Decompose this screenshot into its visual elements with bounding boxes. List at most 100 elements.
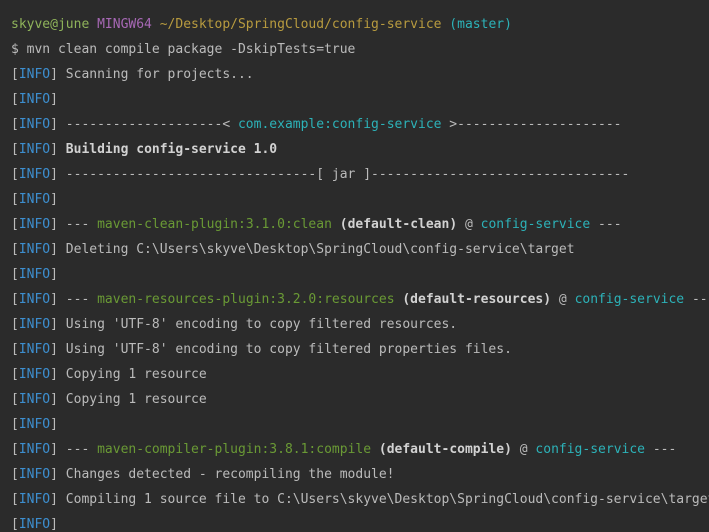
text-segment: [ bbox=[11, 417, 19, 432]
text-segment: ] bbox=[50, 517, 58, 532]
emphasized-text: (default-clean) bbox=[339, 217, 458, 232]
log-line: [INFO] --------------------< com.example… bbox=[11, 112, 709, 137]
text-segment: [ bbox=[11, 67, 19, 82]
text-segment: ] Scanning for projects... bbox=[50, 67, 254, 82]
log-line: [INFO] Using 'UTF-8' encoding to copy fi… bbox=[11, 337, 709, 362]
text-segment: ] bbox=[50, 142, 66, 157]
log-line: [INFO] bbox=[11, 187, 709, 212]
text-segment: @ bbox=[551, 292, 575, 307]
prompt-system: MINGW64 bbox=[97, 17, 160, 32]
log-level-label: INFO bbox=[18, 517, 51, 532]
text-segment bbox=[371, 442, 379, 457]
text-segment: [ bbox=[11, 342, 19, 357]
log-line: [INFO] Scanning for projects... bbox=[11, 62, 709, 87]
log-level-label: INFO bbox=[18, 467, 51, 482]
log-level-label: INFO bbox=[18, 317, 51, 332]
text-segment: ] Using 'UTF-8' encoding to copy filtere… bbox=[50, 317, 458, 332]
prompt-git-branch: (master) bbox=[441, 17, 512, 32]
text-segment: [ bbox=[11, 492, 19, 507]
log-level-label: INFO bbox=[18, 292, 51, 307]
text-segment: @ bbox=[457, 217, 481, 232]
log-line: [INFO] Compiling 1 source file to C:\Use… bbox=[11, 487, 709, 512]
text-segment: ] bbox=[50, 92, 58, 107]
log-line: [INFO] bbox=[11, 412, 709, 437]
text-segment: [ bbox=[11, 392, 19, 407]
text-segment: [ bbox=[11, 242, 19, 257]
emphasized-text: (default-resources) bbox=[402, 292, 552, 307]
log-line: [INFO] Copying 1 resource bbox=[11, 387, 709, 412]
text-segment: [ bbox=[11, 167, 19, 182]
text-segment: [ bbox=[11, 467, 19, 482]
log-level-label: INFO bbox=[18, 92, 51, 107]
log-level-label: INFO bbox=[18, 342, 51, 357]
terminal-output: skyve@june MINGW64 ~/Desktop/SpringCloud… bbox=[11, 12, 709, 532]
log-level-label: INFO bbox=[18, 442, 51, 457]
log-line: [INFO] Copying 1 resource bbox=[11, 362, 709, 387]
text-segment: ] Using 'UTF-8' encoding to copy filtere… bbox=[50, 342, 512, 357]
artifact-name: config-service bbox=[574, 292, 685, 307]
text-segment: ] Copying 1 resource bbox=[50, 367, 207, 382]
text-segment bbox=[332, 217, 340, 232]
log-line: [INFO] --- maven-compiler-plugin:3.8.1:c… bbox=[11, 437, 709, 462]
log-level-label: INFO bbox=[18, 217, 51, 232]
maven-plugin-goal: maven-clean-plugin:3.1.0:clean bbox=[97, 217, 332, 232]
text-segment: --- bbox=[590, 217, 622, 232]
log-line: [INFO] bbox=[11, 262, 709, 287]
prompt-line: skyve@june MINGW64 ~/Desktop/SpringCloud… bbox=[11, 12, 709, 37]
log-line: [INFO] bbox=[11, 512, 709, 532]
log-level-label: INFO bbox=[18, 267, 51, 282]
terminal-window[interactable]: skyve@june MINGW64 ~/Desktop/SpringCloud… bbox=[0, 0, 709, 532]
text-segment: --- bbox=[645, 442, 677, 457]
text-segment: [ bbox=[11, 117, 19, 132]
log-level-label: INFO bbox=[18, 417, 51, 432]
log-level-label: INFO bbox=[18, 67, 51, 82]
text-segment: ] bbox=[50, 417, 58, 432]
prompt-user-host: skyve@june bbox=[11, 17, 98, 32]
text-segment: ] Changes detected - recompiling the mod… bbox=[50, 467, 395, 482]
log-line: [INFO] bbox=[11, 87, 709, 112]
text-segment: [ bbox=[11, 267, 19, 282]
artifact-name: config-service bbox=[480, 217, 591, 232]
text-segment: [ bbox=[11, 317, 19, 332]
log-level-label: INFO bbox=[18, 242, 51, 257]
text-segment: @ bbox=[511, 442, 536, 457]
log-line: [INFO] Using 'UTF-8' encoding to copy fi… bbox=[11, 312, 709, 337]
log-line: [INFO] --- maven-clean-plugin:3.1.0:clea… bbox=[11, 212, 709, 237]
log-line: [INFO] Changes detected - recompiling th… bbox=[11, 462, 709, 487]
artifact-name: com.example:config-service bbox=[237, 117, 442, 132]
log-level-label: INFO bbox=[18, 192, 51, 207]
text-segment: [ bbox=[11, 517, 19, 532]
text-segment: ] Compiling 1 source file to C:\Users\sk… bbox=[50, 492, 709, 507]
log-level-label: INFO bbox=[18, 367, 51, 382]
text-segment: ] Deleting C:\Users\skyve\Desktop\Spring… bbox=[50, 242, 575, 257]
text-segment: [ bbox=[11, 442, 19, 457]
text-segment: >--------------------- bbox=[441, 117, 622, 132]
text-segment: ] --------------------------------[ jar … bbox=[50, 167, 630, 182]
command-line: $ mvn clean compile package -DskipTests=… bbox=[11, 37, 709, 62]
text-segment: ] --- bbox=[50, 442, 98, 457]
text-segment: --- bbox=[691, 292, 709, 307]
text-segment: [ bbox=[11, 367, 19, 382]
emphasized-text: Building config-service 1.0 bbox=[65, 142, 278, 157]
text-segment: [ bbox=[11, 192, 19, 207]
text-segment: ] bbox=[50, 267, 58, 282]
prompt-path: ~/Desktop/SpringCloud/config-service bbox=[159, 17, 442, 32]
text-segment: ] Copying 1 resource bbox=[50, 392, 207, 407]
log-level-label: INFO bbox=[18, 492, 51, 507]
text-segment: ] bbox=[50, 192, 58, 207]
text-segment: ] --- bbox=[50, 292, 98, 307]
log-line: [INFO] --------------------------------[… bbox=[11, 162, 709, 187]
log-level-label: INFO bbox=[18, 117, 51, 132]
text-segment: [ bbox=[11, 142, 19, 157]
maven-plugin-goal: maven-compiler-plugin:3.8.1:compile bbox=[97, 442, 372, 457]
text-segment: [ bbox=[11, 292, 19, 307]
log-level-label: INFO bbox=[18, 142, 51, 157]
maven-plugin-goal: maven-resources-plugin:3.2.0:resources bbox=[97, 292, 395, 307]
text-segment: ] --------------------< bbox=[50, 117, 238, 132]
artifact-name: config-service bbox=[535, 442, 645, 457]
text-segment: [ bbox=[11, 92, 19, 107]
emphasized-text: (default-compile) bbox=[378, 442, 512, 457]
log-line: [INFO] Deleting C:\Users\skyve\Desktop\S… bbox=[11, 237, 709, 262]
text-segment: $ mvn clean compile package -DskipTests=… bbox=[11, 42, 356, 57]
log-level-label: INFO bbox=[18, 392, 51, 407]
